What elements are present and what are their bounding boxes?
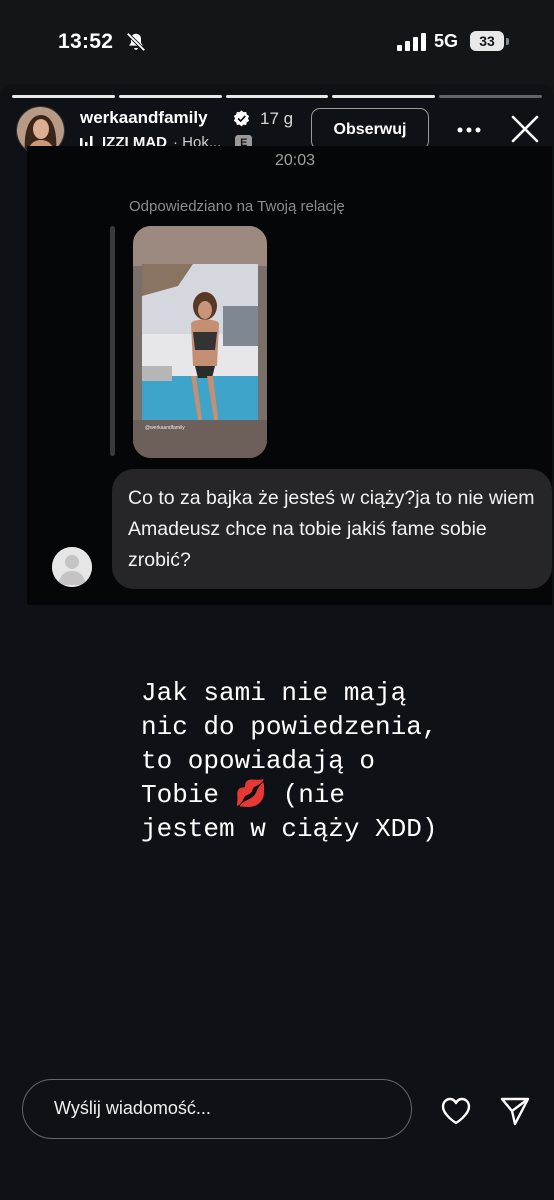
signal-icon bbox=[397, 33, 426, 51]
progress-segment bbox=[12, 95, 115, 98]
story-caption: Jak sami nie mają nic do powiedzenia, to… bbox=[141, 678, 438, 844]
reply-input[interactable]: Wyślij wiadomość... bbox=[22, 1079, 412, 1139]
quote-bar bbox=[110, 226, 115, 456]
thumb-caption: @werkaandfamily bbox=[145, 425, 185, 431]
reply-placeholder: Wyślij wiadomość... bbox=[54, 1098, 211, 1118]
dm-sender-avatar bbox=[52, 547, 92, 587]
heart-icon[interactable] bbox=[440, 1096, 472, 1126]
dm-replied-label: Odpowiedziano na Twoją relację bbox=[129, 198, 345, 215]
dm-timestamp: 20:03 bbox=[275, 152, 316, 169]
more-options-icon[interactable] bbox=[456, 120, 482, 140]
progress-segment bbox=[332, 95, 436, 98]
status-bar: 13:52 5G 33 bbox=[0, 0, 554, 84]
clock: 13:52 bbox=[58, 30, 114, 53]
close-icon[interactable] bbox=[510, 114, 540, 144]
story-viewer[interactable]: werkaandfamily 17 g IZZI MAD · Hok... E … bbox=[0, 84, 554, 1200]
story-thumbnail: @werkaandfamily bbox=[133, 226, 267, 458]
verified-icon bbox=[233, 110, 250, 127]
story-age: 17 g bbox=[260, 109, 294, 128]
progress-segment bbox=[439, 95, 542, 98]
progress-segment bbox=[118, 95, 222, 98]
send-icon[interactable] bbox=[499, 1095, 531, 1127]
dm-message-bubble: Co to za bajka że jesteś w ciąży?ja to n… bbox=[112, 469, 552, 589]
battery-icon: 33 bbox=[470, 31, 504, 51]
bell-muted-icon bbox=[126, 32, 146, 52]
progress-segment bbox=[225, 95, 329, 98]
battery-tip bbox=[506, 38, 509, 45]
network-type: 5G bbox=[434, 31, 459, 51]
story-progress bbox=[12, 95, 542, 98]
follow-button[interactable]: Obserwuj bbox=[311, 108, 429, 150]
username[interactable]: werkaandfamily bbox=[80, 108, 208, 128]
